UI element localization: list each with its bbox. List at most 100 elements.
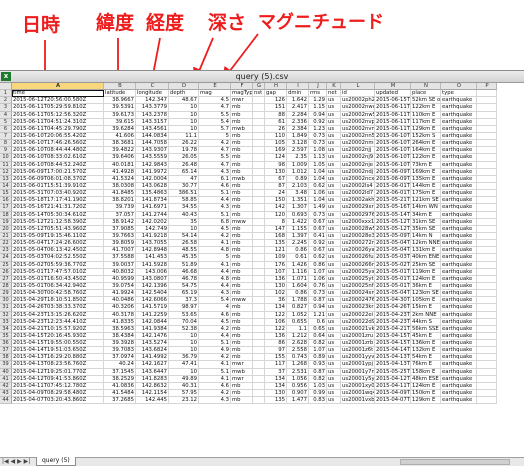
table-cell[interactable]	[253, 118, 265, 126]
table-cell[interactable]	[253, 211, 265, 219]
table-cell[interactable]: 2015-05-02T05:59:36.770Z	[12, 261, 104, 269]
table-cell[interactable]: 3.48	[287, 190, 309, 198]
table-cell[interactable]: 4.1	[199, 375, 231, 383]
table-cell[interactable]: mww	[231, 297, 253, 305]
row-header[interactable]: 11	[0, 161, 12, 169]
table-cell[interactable]: us20002976	[341, 211, 375, 219]
table-cell[interactable]	[477, 304, 497, 312]
table-cell[interactable]: 105km E	[411, 297, 441, 305]
row-header[interactable]: 1	[0, 90, 12, 98]
table-cell[interactable]: us200026ya	[341, 247, 375, 255]
table-cell[interactable]: 109	[265, 254, 287, 262]
table-cell[interactable]: 2.245	[287, 240, 309, 248]
table-cell[interactable]: 144km E	[411, 182, 441, 191]
table-cell[interactable]: mb	[231, 168, 253, 176]
table-cell[interactable]: mb	[231, 275, 253, 283]
table-cell[interactable]: 88	[265, 111, 287, 119]
table-cell[interactable]: 2015-06-09T06:01:08.370Z	[12, 175, 104, 183]
table-cell[interactable]: mb	[231, 211, 253, 219]
table-cell[interactable]: 143.7055	[136, 240, 169, 248]
table-cell[interactable]: 35km SE	[411, 225, 441, 233]
table-cell[interactable]: 2015-06-09T17:00:21.570Z	[12, 168, 104, 176]
table-cell[interactable]	[477, 97, 497, 105]
table-cell[interactable]: us	[327, 161, 341, 169]
table-cell[interactable]: earthquake	[441, 197, 477, 205]
table-cell[interactable]: 2015-05-12T	[375, 225, 411, 233]
table-cell[interactable]: 0.86	[287, 247, 309, 255]
column-header-n[interactable]: N	[411, 83, 441, 91]
table-cell[interactable]: 73km E	[411, 161, 441, 169]
table-cell[interactable]: 155	[265, 354, 287, 362]
table-cell[interactable]: 4.5	[199, 225, 231, 233]
table-cell[interactable]: 1.49	[309, 204, 327, 212]
table-cell[interactable]: us	[327, 275, 341, 283]
table-cell[interactable]: earthquake	[441, 390, 477, 398]
table-cell[interactable]: 31km SE	[411, 218, 441, 226]
table-cell[interactable]: us20001yyv	[341, 354, 375, 362]
table-cell[interactable]: 0.956	[287, 382, 309, 391]
table-cell[interactable]: 41.8335	[104, 318, 136, 326]
table-cell[interactable]: us	[327, 332, 341, 341]
table-cell[interactable]: 126	[265, 97, 287, 105]
row-header[interactable]: 13	[0, 175, 12, 183]
table-cell[interactable]: 38.9667	[104, 97, 136, 105]
table-cell[interactable]: 135	[265, 397, 287, 405]
table-cell[interactable]: 5.5	[199, 111, 231, 119]
table-cell[interactable]: us20002nvn	[341, 125, 375, 133]
table-cell[interactable]: 2015-04-07T03:20:43.860Z	[12, 397, 104, 405]
table-cell[interactable]: 143.3779	[136, 104, 169, 112]
table-cell[interactable]: 175km E	[411, 190, 441, 198]
table-cell[interactable]: us	[327, 268, 341, 276]
table-cell[interactable]	[253, 375, 265, 383]
row-header[interactable]: 27	[0, 275, 12, 283]
table-cell[interactable]: 40.43	[169, 211, 199, 219]
table-cell[interactable]: 26.48	[169, 161, 199, 169]
table-cell[interactable]: 2.336	[287, 118, 309, 126]
table-cell[interactable]: us20002nn5	[341, 132, 375, 141]
table-cell[interactable]: 70.04	[169, 318, 199, 326]
table-cell[interactable]	[253, 325, 265, 333]
table-cell[interactable]: 110	[265, 132, 287, 141]
table-cell[interactable]: 4.4	[199, 268, 231, 276]
table-cell[interactable]: 4.3	[199, 397, 231, 405]
table-cell[interactable]: 124km E	[411, 382, 441, 391]
table-cell[interactable]: 2015-04-15T	[375, 340, 411, 348]
table-cell[interactable]: 26.05	[169, 154, 199, 162]
table-cell[interactable]: 141.2744	[136, 211, 169, 219]
row-header[interactable]: 28	[0, 282, 12, 291]
table-cell[interactable]: 2015-06-09T	[375, 175, 411, 183]
table-cell[interactable]	[253, 290, 265, 298]
table-cell[interactable]: 2015-05-01T06:34:42.940Z	[12, 282, 104, 291]
table-cell[interactable]: 152km S	[411, 132, 441, 141]
table-cell[interactable]: 1.071	[287, 275, 309, 283]
table-cell[interactable]: 1.052	[287, 311, 309, 319]
table-cell[interactable]: 122km E	[411, 154, 441, 162]
table-cell[interactable]: 2015-04-29T18:10:51.850Z	[12, 297, 104, 305]
table-cell[interactable]: 0.82	[309, 340, 327, 348]
table-cell[interactable]: 30.77	[169, 182, 199, 191]
table-cell[interactable]: 1.05	[309, 161, 327, 169]
table-cell[interactable]: mb	[231, 204, 253, 212]
table-cell[interactable]: 5	[199, 254, 231, 262]
table-cell[interactable]: 2015-06-10T	[375, 132, 411, 141]
table-cell[interactable]: 0.83	[309, 397, 327, 405]
table-cell[interactable]: 56km SSE	[411, 325, 441, 333]
table-cell[interactable]: 0.73	[309, 290, 327, 298]
table-cell[interactable]	[253, 282, 265, 291]
header-cell[interactable]: dmin	[287, 90, 309, 98]
row-header[interactable]: 42	[0, 382, 12, 391]
table-cell[interactable]: mb	[231, 140, 253, 148]
table-cell[interactable]: 2015-06-10T	[375, 147, 411, 155]
table-cell[interactable]: 26.58	[169, 240, 199, 248]
table-cell[interactable]: 4.3	[199, 290, 231, 298]
table-cell[interactable]: us20001y5y	[341, 375, 375, 383]
table-cell[interactable]: mb	[231, 161, 253, 169]
table-cell[interactable]: 4.3	[199, 168, 231, 176]
table-cell[interactable]: earthquake	[441, 382, 477, 391]
table-cell[interactable]: 2015-04-30T00:42:58.760Z	[12, 290, 104, 298]
table-cell[interactable]: 4.1	[199, 261, 231, 269]
table-cell[interactable]: 0.94	[309, 111, 327, 119]
table-cell[interactable]: 40.3206	[104, 304, 136, 312]
table-cell[interactable]: earthquake	[441, 168, 477, 176]
row-header[interactable]: 36	[0, 340, 12, 348]
